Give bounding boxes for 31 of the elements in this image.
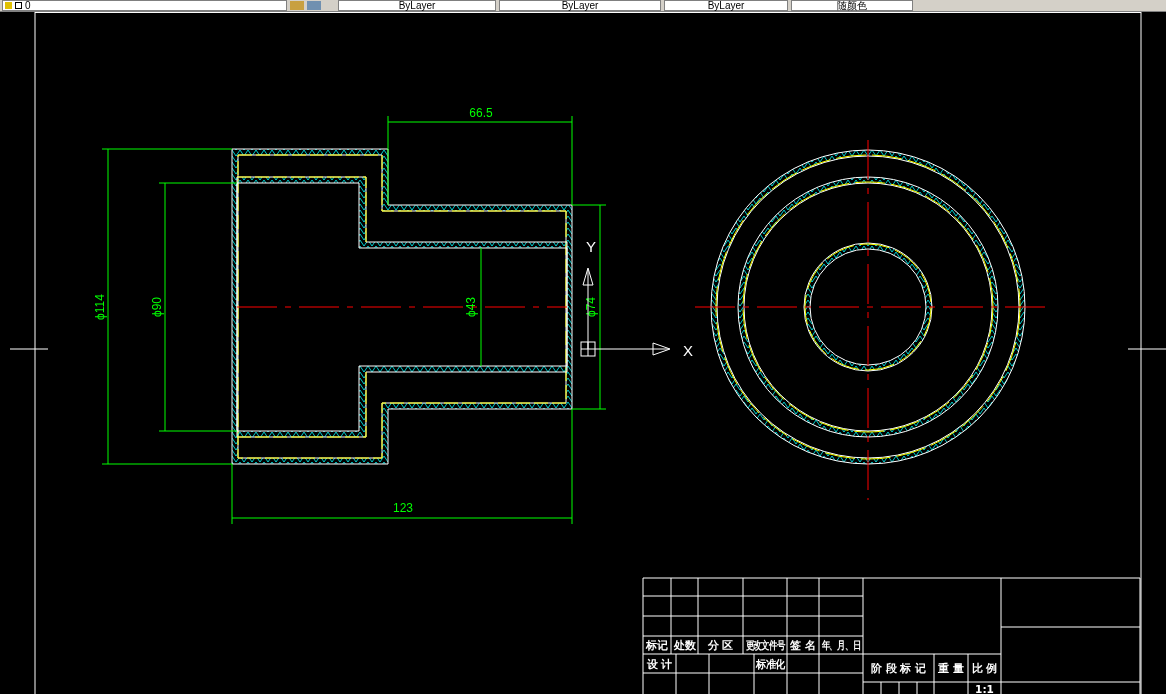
title-block-label: 比 例 [971, 662, 998, 674]
x-axis-label: X [683, 342, 693, 359]
dimension-text: ϕ90 [150, 296, 164, 318]
dimension-text: ϕ74 [584, 296, 598, 318]
dimension-text: 123 [393, 501, 413, 515]
property-dropdown[interactable]: 随颜色 [791, 0, 913, 11]
layer-states-icon[interactable] [307, 1, 321, 10]
property-dropdown[interactable]: ByLayer [338, 0, 496, 11]
dimension-text: 66.5 [469, 106, 493, 120]
layer-tools-icon[interactable] [290, 1, 304, 10]
title-block-label: 设 计 [646, 657, 673, 670]
title-block-label: 1:1 [975, 683, 994, 694]
title-block-label: 阶 段 标 记 [871, 662, 926, 674]
layer-color-icon [15, 2, 22, 9]
layer-name: 0 [25, 0, 31, 11]
property-dropdown[interactable]: ByLayer [664, 0, 788, 11]
dimension-text: ϕ43 [464, 296, 478, 318]
property-dropdown[interactable]: ByLayer [499, 0, 661, 11]
title-block-label: 处数 [673, 639, 696, 651]
title-block-label: 更改文件号 [745, 638, 785, 652]
y-axis-label: Y [586, 238, 596, 255]
layer-on-icon [5, 2, 12, 9]
ucs-icon [580, 267, 671, 357]
title-block-label: 标记 [646, 639, 668, 651]
title-block-label: 签 名 [790, 639, 816, 651]
layer-dropdown[interactable]: 0 [2, 0, 287, 11]
title-block-label: 重 量 [938, 662, 964, 674]
title-block-label: 标准化 [756, 658, 785, 670]
title-block-label: 分 区 [707, 639, 734, 651]
dimension-text: ϕ114 [93, 294, 107, 320]
title-block-label: 年、月、日 [821, 638, 861, 652]
